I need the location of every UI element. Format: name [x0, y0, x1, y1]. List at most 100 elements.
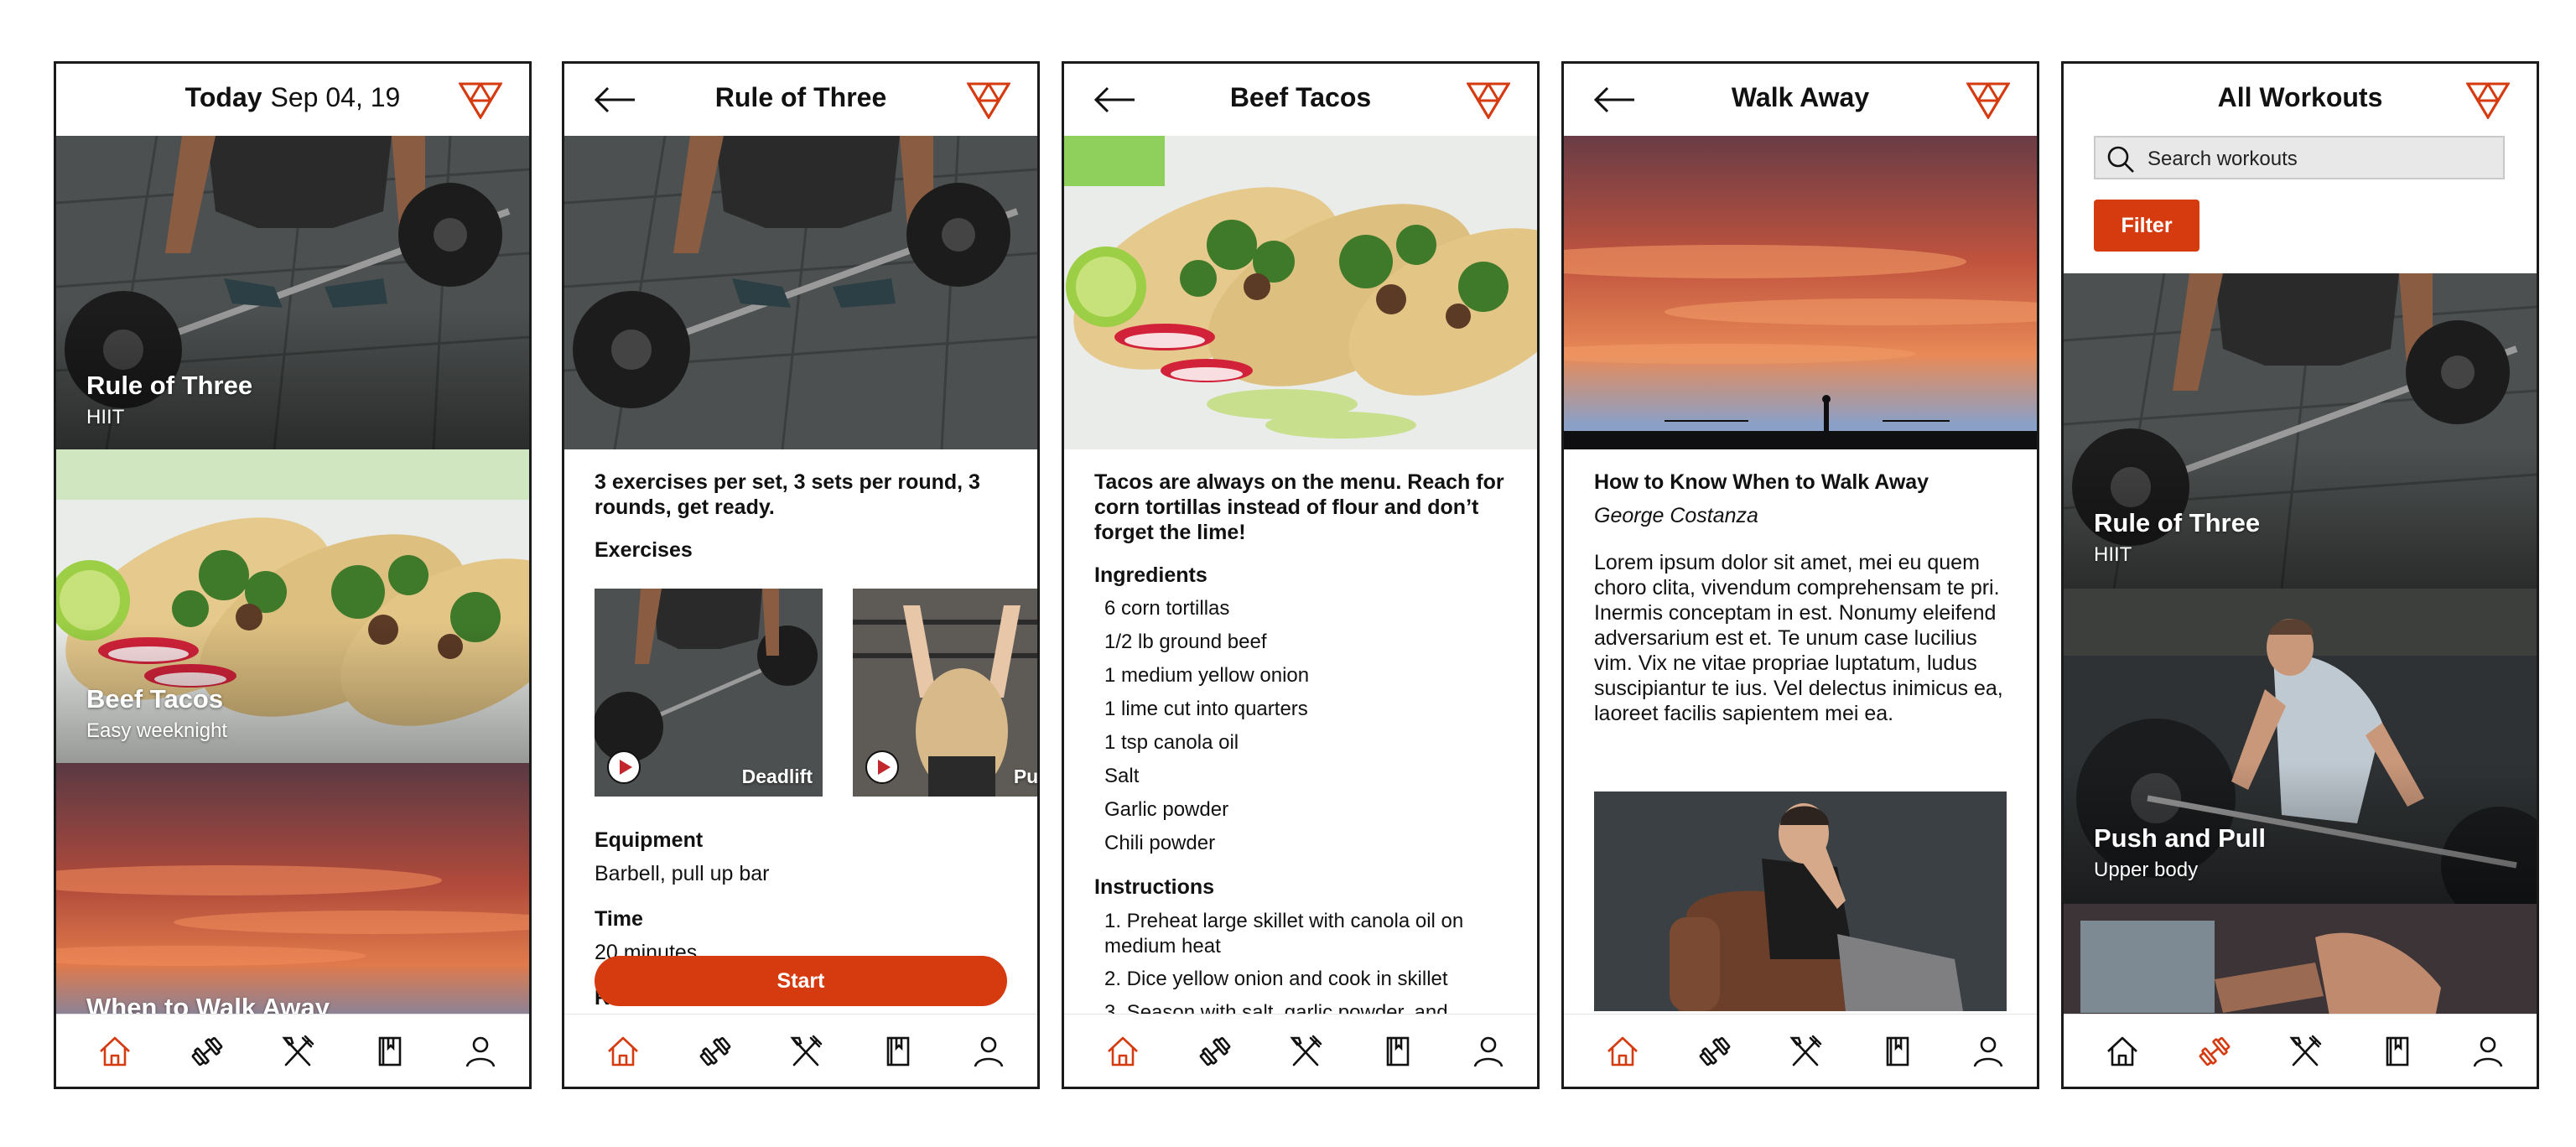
brand-logo-icon	[1966, 82, 2010, 119]
card-subtitle: Easy weeknight	[86, 719, 228, 742]
exercise-card[interactable]: Deadlift	[595, 589, 823, 797]
recipe-hero-image	[1064, 136, 1537, 449]
exercise-name: Pull	[1013, 766, 1037, 787]
profile-icon	[465, 1036, 496, 1067]
book-icon	[378, 1036, 402, 1067]
tab-home[interactable]	[2104, 1033, 2141, 1070]
tab-articles[interactable]	[1379, 1033, 1416, 1070]
dumbbell-icon	[1699, 1036, 1731, 1067]
article-hero-image	[1564, 136, 2037, 449]
tab-recipes[interactable]	[279, 1033, 316, 1070]
brand-logo-icon	[2466, 82, 2510, 119]
workout-card[interactable]: Rule of Three HIIT	[56, 136, 529, 449]
card-subtitle: HIIT	[86, 406, 125, 428]
instructions-heading: Instructions	[1094, 875, 1215, 899]
exercise-card[interactable]: Pull	[853, 589, 1037, 797]
ingredients-heading: Ingredients	[1094, 563, 1208, 587]
search-placeholder: Search workouts	[2148, 148, 2298, 170]
workout-card[interactable]: Push and Pull Upper body	[2064, 589, 2537, 904]
brand-logo-icon	[459, 82, 502, 119]
card-title: Beef Tacos	[86, 684, 224, 714]
header-date: Sep 04, 19	[270, 82, 401, 112]
play-icon[interactable]	[606, 750, 641, 785]
tab-recipes[interactable]	[787, 1033, 824, 1070]
tab-workouts[interactable]	[189, 1033, 226, 1070]
screen-today: Today Sep 04, 19 Rule of Three HIIT Beef…	[54, 61, 532, 1089]
home-icon	[100, 1036, 130, 1067]
rowing-man-photo	[2064, 589, 2537, 904]
tab-workouts[interactable]	[697, 1033, 734, 1070]
recipe-card[interactable]: Beef Tacos Easy weeknight	[56, 449, 529, 763]
tab-recipes[interactable]	[1787, 1033, 1824, 1070]
instruction-step: 2. Dice yellow onion and cook in skillet	[1104, 968, 1448, 990]
card-title: Rule of Three	[86, 371, 253, 400]
tab-articles[interactable]	[2379, 1033, 2416, 1070]
search-input[interactable]: Search workouts	[2094, 136, 2505, 179]
brand-logo-icon	[967, 82, 1010, 119]
card-subtitle: Upper body	[2094, 859, 2199, 881]
workout-card[interactable]: Rule of Three HIIT	[2064, 273, 2537, 589]
utensils-icon	[282, 1035, 314, 1067]
tab-workouts[interactable]	[2196, 1033, 2233, 1070]
tab-articles[interactable]	[371, 1033, 408, 1070]
card-title: Push and Pull	[2094, 823, 2266, 853]
tab-bar	[2064, 1014, 2537, 1087]
profile-icon	[1973, 1036, 2003, 1067]
tab-profile[interactable]	[1970, 1033, 2007, 1070]
header: Rule of Three	[564, 64, 1037, 136]
tab-articles[interactable]	[880, 1033, 917, 1070]
tab-bar	[1064, 1014, 1537, 1087]
article-title: How to Know When to Walk Away	[1594, 470, 1929, 494]
header-title: Today	[184, 82, 262, 112]
ingredient-item: 1/2 lb ground beef	[1104, 631, 1267, 653]
tab-home[interactable]	[1604, 1033, 1641, 1070]
dumbbell-icon	[191, 1036, 223, 1067]
tab-profile[interactable]	[970, 1033, 1007, 1070]
workout-card[interactable]	[2064, 904, 2537, 1030]
workout-intro: 3 exercises per set, 3 sets per round, 3…	[595, 470, 980, 519]
book-icon	[886, 1036, 910, 1067]
ingredient-item: 1 lime cut into quarters	[1104, 698, 1308, 720]
filter-button[interactable]: Filter	[2094, 200, 2199, 252]
profile-icon	[974, 1036, 1004, 1067]
utensils-icon	[2289, 1035, 2322, 1067]
tab-recipes[interactable]	[2287, 1033, 2324, 1070]
screen-recipe-detail: Beef Tacos Tacos are always on the menu.…	[1062, 61, 1540, 1089]
tab-workouts[interactable]	[1696, 1033, 1733, 1070]
dumbbell-icon	[1199, 1036, 1231, 1067]
tab-profile[interactable]	[2470, 1033, 2506, 1070]
tab-home[interactable]	[96, 1033, 133, 1070]
article-card[interactable]: When to Walk Away	[56, 763, 529, 1031]
ingredient-item: Salt	[1104, 765, 1140, 787]
screen-workout-detail: Rule of Three 3 exercises per set, 3 set…	[562, 61, 1040, 1089]
sunset-photo	[56, 763, 529, 1031]
utensils-icon	[1290, 1035, 1322, 1067]
tab-bar	[564, 1014, 1037, 1087]
header: Today Sep 04, 19	[56, 64, 529, 136]
screen-article-detail: Walk Away How to Know When to Walk Away …	[1561, 61, 2039, 1089]
tab-articles[interactable]	[1879, 1033, 1916, 1070]
ingredient-item: 1 tsp canola oil	[1104, 731, 1239, 754]
profile-icon	[2473, 1036, 2503, 1067]
ingredient-item: 6 corn tortillas	[1104, 597, 1230, 620]
tab-profile[interactable]	[462, 1033, 499, 1070]
dumbbell-icon	[2199, 1036, 2231, 1067]
header: All Workouts	[2064, 64, 2537, 136]
equipment-value: Barbell, pull up bar	[595, 862, 770, 885]
start-button[interactable]: Start	[595, 956, 1007, 1006]
tab-home[interactable]	[1104, 1033, 1141, 1070]
workout-photo	[2064, 904, 2537, 1030]
tab-bar	[1564, 1014, 2037, 1087]
tab-home[interactable]	[605, 1033, 641, 1070]
ingredient-item: Chili powder	[1104, 832, 1216, 854]
home-icon	[1108, 1036, 1138, 1067]
header: Beef Tacos	[1064, 64, 1537, 136]
tab-recipes[interactable]	[1287, 1033, 1324, 1070]
tab-workouts[interactable]	[1197, 1033, 1233, 1070]
play-icon[interactable]	[865, 750, 900, 785]
tab-profile[interactable]	[1470, 1033, 1507, 1070]
profile-icon	[1473, 1036, 1504, 1067]
thinking-man-photo	[1594, 791, 2007, 1011]
dumbbell-icon	[699, 1036, 731, 1067]
tacos-photo	[1064, 136, 1537, 449]
